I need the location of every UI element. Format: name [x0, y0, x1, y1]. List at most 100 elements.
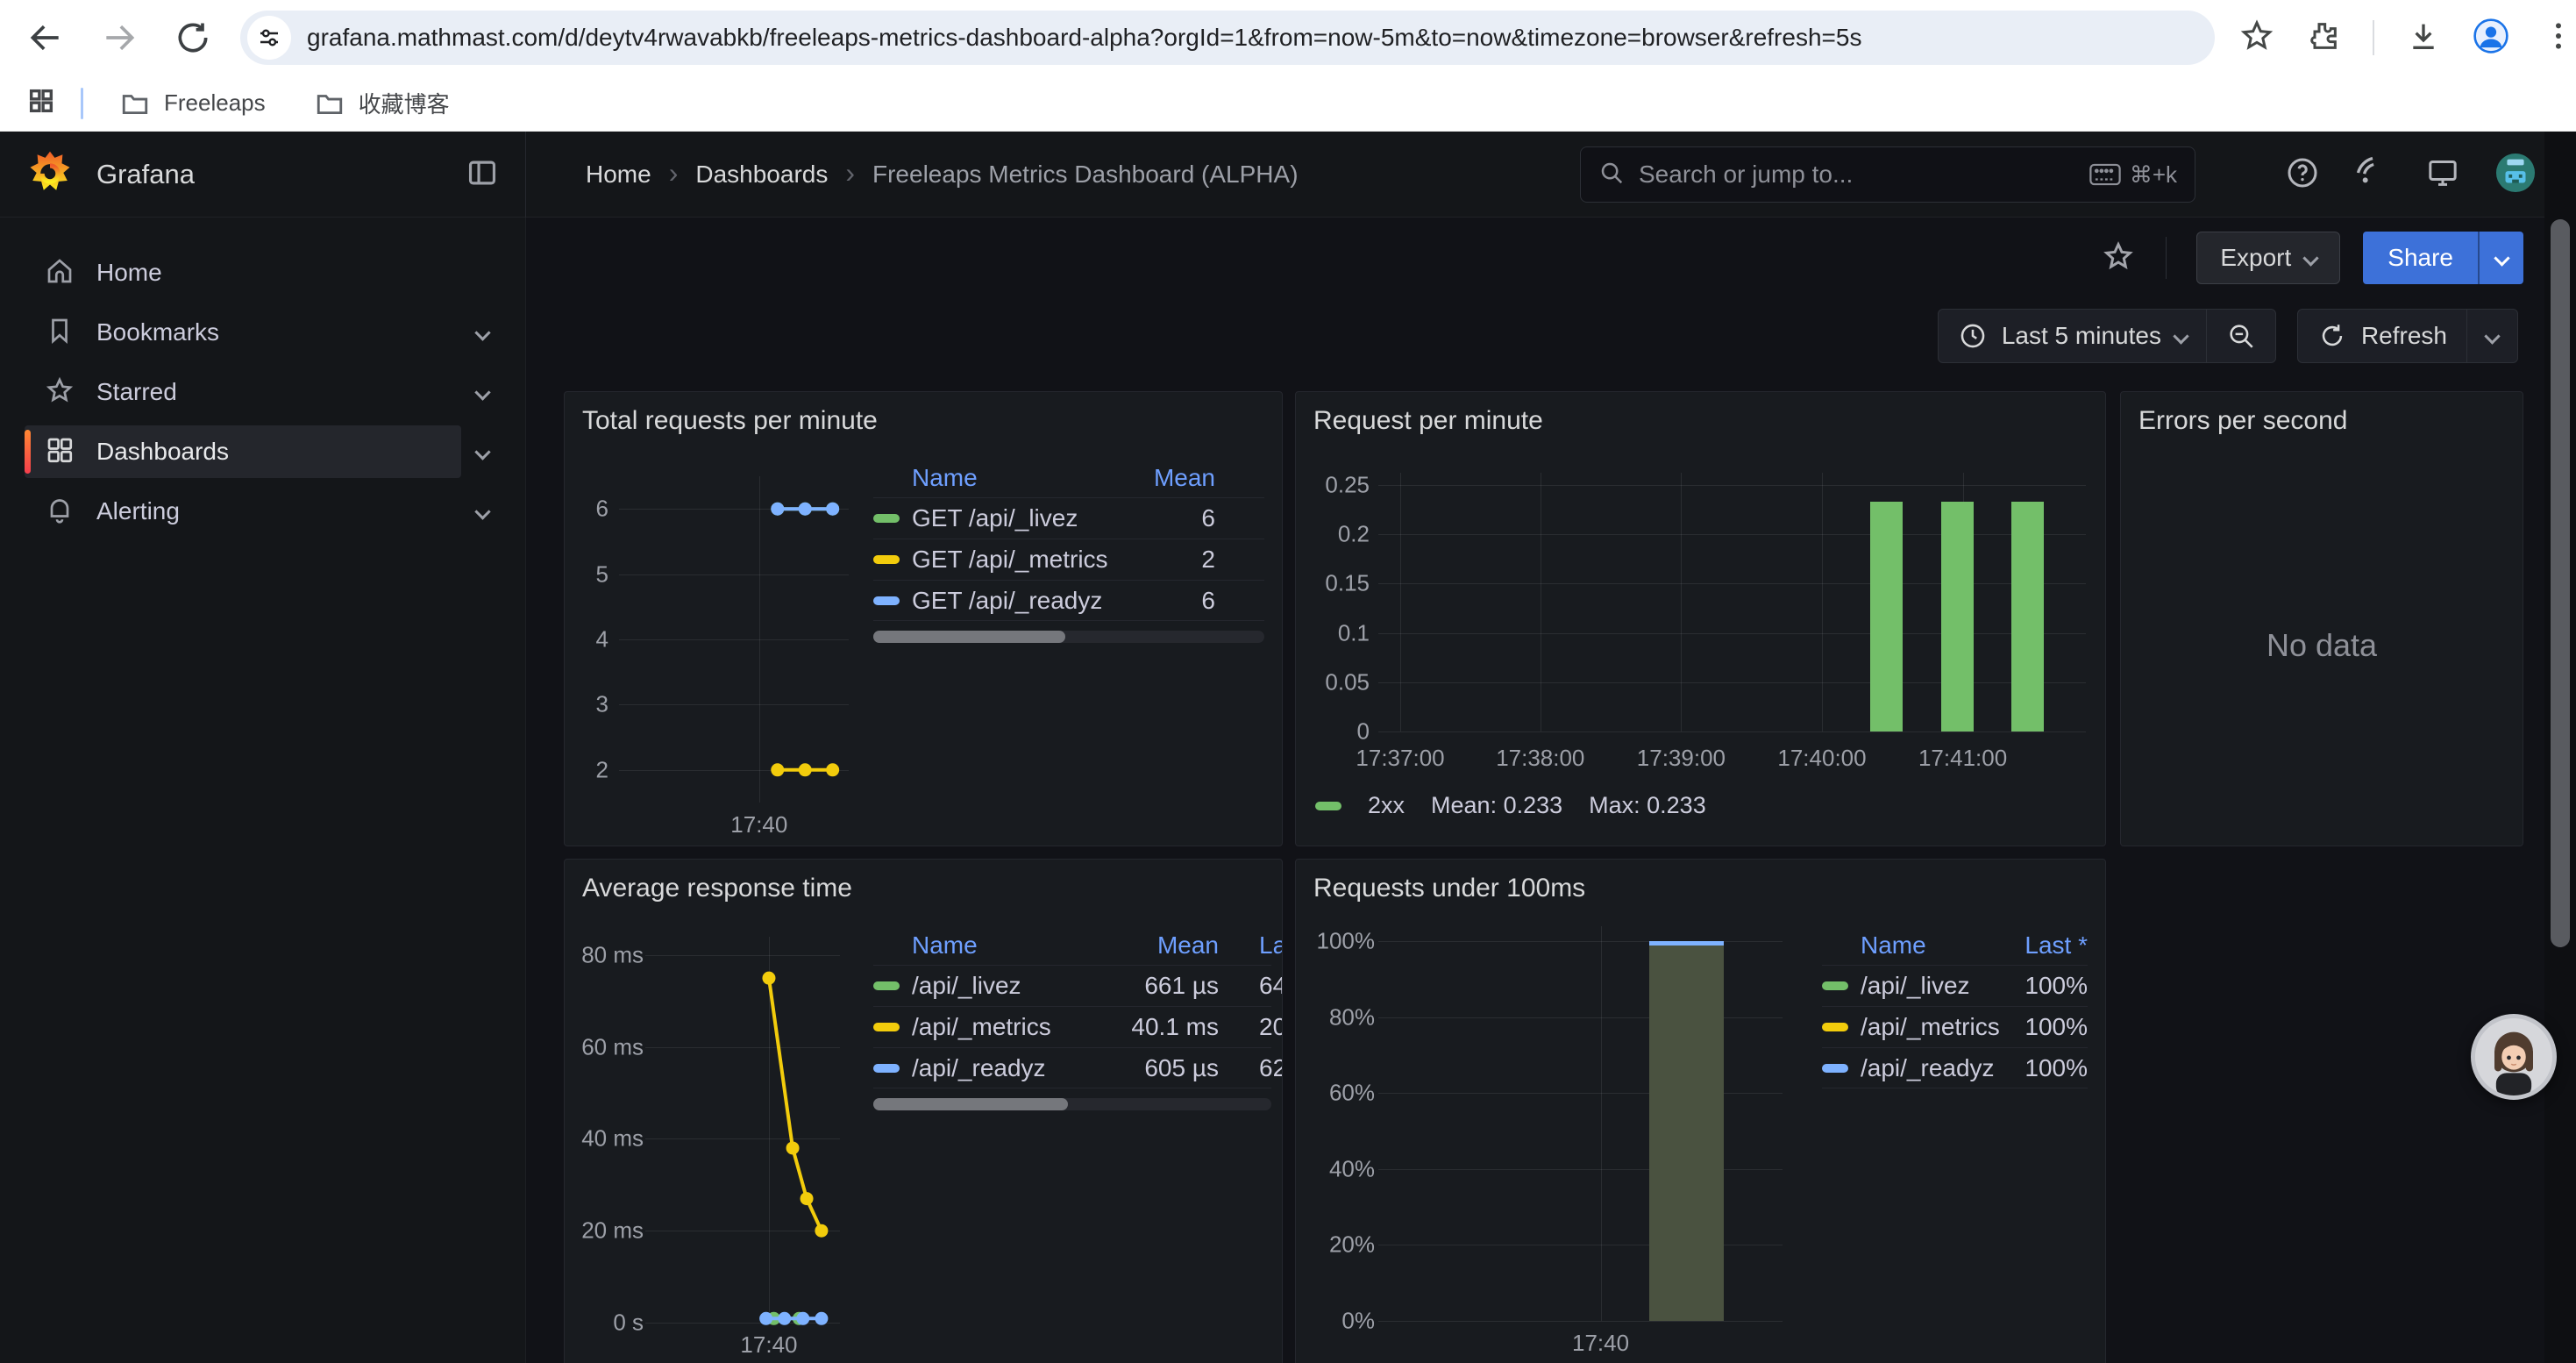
sidebar-item-bookmarks[interactable]: Bookmarks: [25, 303, 488, 361]
monitor-icon[interactable]: [2425, 155, 2460, 195]
legend-table-row[interactable]: GET /api/_readyz6: [873, 580, 1264, 621]
series-color-pill: [873, 981, 900, 990]
user-avatar[interactable]: [2495, 153, 2536, 197]
panel-total-requests-per-minute[interactable]: Total requests per minute 65432 17:40 Na…: [564, 391, 1283, 846]
legend-table-row[interactable]: /api/_readyz100%: [1822, 1047, 2088, 1088]
url-text[interactable]: grafana.mathmast.com/d/deytv4rwavabkb/fr…: [307, 24, 1861, 52]
chart-plot[interactable]: [1378, 473, 2086, 731]
panel-errors-per-second[interactable]: Errors per second No data: [2120, 391, 2523, 846]
bookmark-star-icon[interactable]: [2239, 18, 2274, 58]
legend-table-row[interactable]: /api/_metrics40.1 ms20.5 r: [873, 1006, 1271, 1047]
panel-title[interactable]: Total requests per minute: [582, 406, 878, 436]
apps-grid-icon[interactable]: [26, 86, 56, 120]
profile-avatar-icon[interactable]: [2473, 18, 2509, 59]
download-icon[interactable]: [2406, 18, 2441, 58]
chevron-down-icon[interactable]: [474, 384, 490, 400]
panel-requests-under-100ms[interactable]: Requests under 100ms 100%80%60%40%20%0% …: [1295, 859, 2106, 1363]
legend-scrollbar[interactable]: [873, 1098, 1271, 1110]
scrollbar-thumb[interactable]: [873, 1098, 1068, 1110]
panel-request-per-minute[interactable]: Request per minute 0.250.20.150.10.050 1…: [1295, 391, 2106, 846]
chart-bar[interactable]: [1870, 502, 1903, 731]
chevron-down-icon[interactable]: [474, 444, 490, 460]
reload-icon[interactable]: [174, 18, 212, 57]
forward-icon[interactable]: [100, 18, 139, 57]
series-name[interactable]: GET /api/_readyz: [912, 587, 1102, 615]
chart-bar[interactable]: [1649, 941, 1724, 1321]
column-header[interactable]: Mean: [1101, 464, 1215, 492]
chart-legend[interactable]: 2xx Mean: 0.233 Max: 0.233: [1315, 792, 1706, 819]
series-name[interactable]: /api/_metrics: [912, 1013, 1105, 1041]
sidebar-toggle-icon[interactable]: [466, 156, 499, 194]
share-dropdown[interactable]: [2478, 232, 2523, 284]
y-tick-label: 0 s: [613, 1309, 644, 1337]
zoom-out-button[interactable]: [2206, 310, 2275, 362]
assistant-avatar[interactable]: [2471, 1014, 2557, 1100]
bookmark-folder-freeleaps[interactable]: Freeleaps: [108, 82, 278, 125]
search-input[interactable]: Search or jump to... ⌘+k: [1580, 146, 2195, 203]
sidebar-item-alerting[interactable]: Alerting: [25, 482, 488, 540]
panel-title[interactable]: Requests under 100ms: [1313, 874, 1585, 903]
legend-table-row[interactable]: /api/_metrics100%: [1822, 1006, 2088, 1047]
column-header[interactable]: Last *: [1956, 931, 2088, 960]
export-button[interactable]: Export: [2196, 232, 2340, 284]
share-button[interactable]: Share: [2363, 232, 2523, 284]
refresh-interval-dropdown[interactable]: [2466, 310, 2517, 362]
breadcrumb-dashboards[interactable]: Dashboards: [695, 161, 828, 189]
chart-plot[interactable]: [1378, 926, 1783, 1321]
help-icon[interactable]: [2285, 155, 2320, 195]
site-settings-icon[interactable]: [247, 16, 291, 60]
page-scrollbar[interactable]: [2544, 132, 2576, 1363]
column-header[interactable]: Mean: [1105, 931, 1219, 960]
favorite-star-icon[interactable]: [2101, 239, 2136, 278]
url-bar[interactable]: grafana.mathmast.com/d/deytv4rwavabkb/fr…: [240, 11, 2215, 65]
legend-series-name[interactable]: 2xx: [1368, 792, 1405, 819]
chevron-down-icon[interactable]: [474, 503, 490, 519]
scrollbar-thumb[interactable]: [2551, 219, 2570, 947]
series-name[interactable]: /api/_readyz: [912, 1054, 1105, 1082]
series-name[interactable]: /api/_metrics: [1861, 1013, 2000, 1041]
legend-table-row[interactable]: GET /api/_livez6: [873, 497, 1264, 539]
series-name[interactable]: GET /api/_livez: [912, 504, 1101, 532]
refresh-button[interactable]: Refresh: [2298, 310, 2466, 362]
column-header[interactable]: Name: [873, 464, 1101, 492]
brand-name[interactable]: Grafana: [96, 159, 195, 190]
series-value: 661 µs: [1105, 972, 1219, 1000]
back-icon[interactable]: [26, 18, 65, 57]
news-rss-icon[interactable]: [2355, 155, 2390, 195]
legend-table: NameMeanLas/api/_livez661 µs646/api/_met…: [873, 926, 1271, 1088]
time-range-picker[interactable]: Last 5 minutes: [1939, 310, 2206, 362]
series-name[interactable]: /api/_readyz: [1861, 1054, 1995, 1082]
chart-plot[interactable]: [619, 476, 849, 803]
series-name[interactable]: /api/_livez: [1861, 972, 1970, 1000]
scrollbar-thumb[interactable]: [873, 631, 1065, 643]
panel-average-response-time[interactable]: Average response time 80 ms60 ms40 ms20 …: [564, 859, 1283, 1363]
bookmark-folder-blogs[interactable]: 收藏博客: [302, 80, 462, 126]
chart-bar[interactable]: [1941, 502, 1974, 731]
series-name[interactable]: /api/_livez: [912, 972, 1105, 1000]
legend-scrollbar[interactable]: [873, 631, 1264, 643]
series-color-pill: [873, 555, 900, 564]
legend-table-row[interactable]: /api/_readyz605 µs620: [873, 1047, 1271, 1088]
share-button-label[interactable]: Share: [2363, 232, 2478, 284]
sidebar-item-starred[interactable]: Starred: [25, 363, 488, 421]
grafana-logo-icon[interactable]: [26, 149, 74, 201]
chart-bar[interactable]: [2011, 502, 2044, 731]
legend-table-row[interactable]: /api/_livez661 µs646: [873, 965, 1271, 1006]
column-header[interactable]: Name: [1822, 931, 1956, 960]
column-header[interactable]: Name: [873, 931, 1105, 960]
chart-plot[interactable]: [645, 937, 840, 1323]
series-name[interactable]: GET /api/_metrics: [912, 546, 1108, 574]
extensions-icon[interactable]: [2306, 18, 2341, 58]
bookmarks-divider: [81, 88, 83, 119]
breadcrumb-home[interactable]: Home: [586, 161, 651, 189]
panel-title[interactable]: Errors per second: [2138, 406, 2347, 436]
sidebar-item-home[interactable]: Home: [25, 244, 488, 302]
column-header[interactable]: Las: [1219, 931, 1283, 960]
sidebar-item-dashboards[interactable]: Dashboards: [25, 423, 488, 481]
legend-table-row[interactable]: GET /api/_metrics2: [873, 539, 1264, 580]
panel-title[interactable]: Average response time: [582, 874, 852, 903]
legend-table-row[interactable]: /api/_livez100%: [1822, 965, 2088, 1006]
browser-menu-icon[interactable]: [2541, 18, 2576, 58]
panel-title[interactable]: Request per minute: [1313, 406, 1543, 436]
chevron-down-icon[interactable]: [474, 325, 490, 340]
